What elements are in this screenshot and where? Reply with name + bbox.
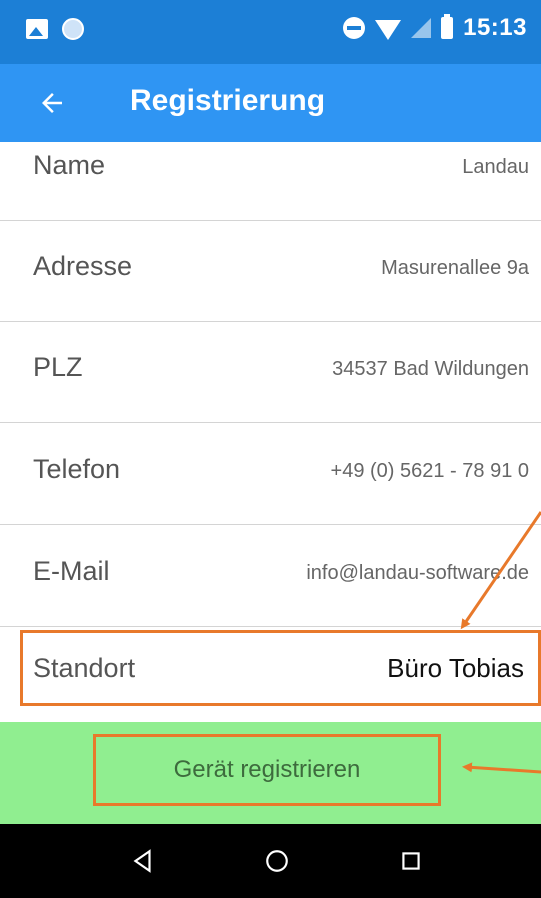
system-nav-bar bbox=[0, 824, 541, 898]
phone-label: Telefon bbox=[33, 454, 121, 484]
zip-label: PLZ bbox=[33, 352, 83, 382]
form-row-location[interactable]: Standort Büro Tobias bbox=[20, 630, 541, 706]
image-icon bbox=[26, 19, 48, 39]
address-label: Adresse bbox=[33, 251, 133, 281]
form-row-phone: Telefon +49 (0) 5621 - 78 91 0 bbox=[0, 424, 541, 525]
back-triangle-icon bbox=[133, 849, 151, 873]
home-circle-icon bbox=[266, 850, 288, 872]
name-label: Name bbox=[33, 150, 106, 180]
zip-value[interactable]: 34537 Bad Wildungen bbox=[332, 358, 529, 381]
back-button[interactable] bbox=[28, 80, 76, 126]
address-value[interactable]: Masurenallee 9a bbox=[381, 257, 529, 280]
wifi-icon bbox=[375, 20, 402, 40]
status-bar: 15:13 bbox=[0, 0, 541, 64]
phone-value[interactable]: +49 (0) 5621 - 78 91 0 bbox=[331, 460, 529, 483]
register-area: Gerät registrieren bbox=[0, 722, 541, 824]
nav-home-button[interactable] bbox=[254, 838, 300, 884]
register-device-button[interactable]: Gerät registrieren bbox=[93, 734, 441, 806]
arrow-left-icon bbox=[42, 93, 62, 113]
do-not-disturb-icon bbox=[343, 17, 366, 39]
registration-form: Name Landau Adresse Masurenallee 9a PLZ … bbox=[0, 142, 541, 722]
form-row-zip: PLZ 34537 Bad Wildungen bbox=[0, 322, 541, 423]
form-row-email: E-Mail info@landau-software.de bbox=[0, 526, 541, 627]
app-bar: Registrierung bbox=[0, 64, 541, 142]
sync-icon bbox=[62, 18, 84, 40]
battery-charging-icon bbox=[441, 14, 454, 39]
recents-square-icon bbox=[402, 852, 420, 870]
nav-recents-button[interactable] bbox=[388, 838, 434, 884]
location-label: Standort bbox=[33, 653, 136, 683]
status-clock: 15:13 bbox=[463, 14, 527, 41]
form-row-address: Adresse Masurenallee 9a bbox=[0, 221, 541, 322]
name-value[interactable]: Landau bbox=[462, 156, 529, 179]
location-value[interactable]: Büro Tobias bbox=[387, 653, 524, 684]
email-label: E-Mail bbox=[33, 556, 110, 586]
nav-back-button[interactable] bbox=[120, 838, 166, 884]
signal-icon bbox=[411, 18, 432, 38]
email-value[interactable]: info@landau-software.de bbox=[306, 562, 529, 585]
page-title: Registrierung bbox=[130, 84, 326, 117]
form-row-name: Name Landau bbox=[0, 142, 541, 221]
